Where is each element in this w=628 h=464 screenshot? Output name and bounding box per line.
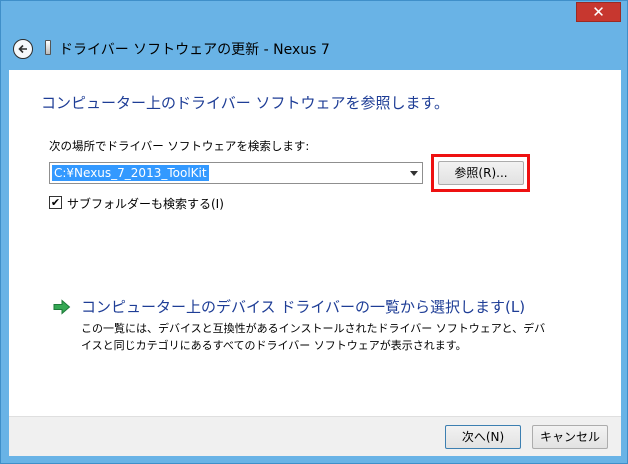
green-arrow-icon[interactable] bbox=[53, 299, 71, 315]
usb-device-icon bbox=[45, 40, 51, 55]
close-icon: ✕ bbox=[592, 3, 605, 21]
close-button[interactable]: ✕ bbox=[576, 2, 621, 22]
include-subfolders-label[interactable]: サブフォルダーも検索する(I) bbox=[67, 195, 224, 212]
cancel-button[interactable]: キャンセル bbox=[532, 425, 608, 449]
dialog-window: ✕ ドライバー ソフトウェアの更新 - Nexus 7 コンピューター上のドライ… bbox=[0, 0, 628, 464]
back-arrow-icon bbox=[18, 44, 27, 54]
page-heading: コンピューター上のドライバー ソフトウェアを参照します。 bbox=[41, 94, 449, 112]
search-location-label: 次の場所でドライバー ソフトウェアを検索します: bbox=[49, 139, 310, 153]
pick-from-list-link[interactable]: コンピューター上のデバイス ドライバーの一覧から選択します(L) bbox=[81, 296, 525, 317]
next-button[interactable]: 次へ(N) bbox=[445, 425, 521, 449]
pick-from-list-description: この一覧には、デバイスと互換性があるインストールされたドライバー ソフトウェアと… bbox=[81, 322, 546, 352]
browse-button[interactable]: 参照(R)... bbox=[438, 161, 524, 185]
content-panel: コンピューター上のドライバー ソフトウェアを参照します。 次の場所でドライバー … bbox=[9, 70, 621, 456]
include-subfolders-checkbox[interactable]: ✔ bbox=[49, 196, 62, 209]
chevron-down-icon[interactable] bbox=[410, 171, 418, 176]
path-input-value[interactable]: C:¥Nexus_7_2013_ToolKit bbox=[52, 165, 209, 181]
back-button[interactable] bbox=[13, 39, 33, 59]
title-bar: ドライバー ソフトウェアの更新 - Nexus 7 bbox=[1, 27, 628, 69]
path-combobox[interactable]: C:¥Nexus_7_2013_ToolKit bbox=[49, 162, 423, 184]
window-title: ドライバー ソフトウェアの更新 - Nexus 7 bbox=[59, 42, 330, 58]
button-bar: 次へ(N) キャンセル bbox=[9, 416, 621, 456]
